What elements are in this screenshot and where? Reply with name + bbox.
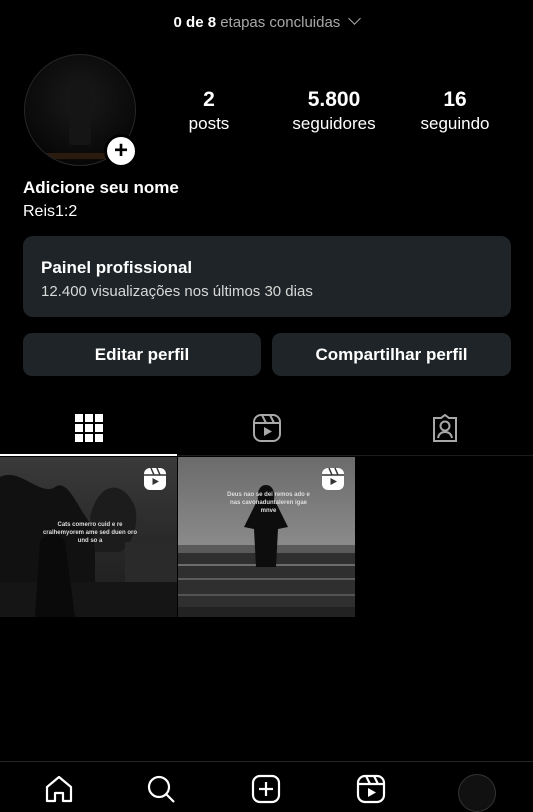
tagged-icon	[432, 413, 457, 442]
tab-grid[interactable]	[0, 400, 177, 456]
grid-icon	[74, 413, 103, 442]
reel-indicator-icon	[322, 467, 344, 490]
setup-progress[interactable]: 0 de 8 etapas concluidas	[0, 12, 533, 31]
progress-label: etapas concluidas	[220, 14, 341, 31]
profile-bio: Reis1:2	[23, 203, 78, 220]
following-count: 16	[443, 88, 467, 111]
stat-following[interactable]: 16 seguindo	[400, 88, 510, 134]
reel-indicator-icon	[144, 467, 166, 490]
edit-profile-button[interactable]: Editar perfil	[23, 333, 261, 376]
dashboard-title: Painel profissional	[41, 258, 193, 277]
profile-name[interactable]: Adicione seu nome	[23, 178, 179, 198]
reels-icon	[252, 413, 281, 442]
post-thumbnail[interactable]: Deus nao se dei remos ado e nas cavonadu…	[178, 457, 355, 617]
progress-count: 0 de 8	[173, 14, 217, 31]
tab-reels[interactable]	[178, 400, 355, 455]
posts-label: posts	[188, 114, 230, 133]
share-profile-button[interactable]: Compartilhar perfil	[272, 333, 511, 376]
followers-label: seguidores	[292, 114, 376, 133]
profile-tabs	[0, 400, 533, 456]
post-thumbnail[interactable]: Cats comerro cuid e re cralhemyorem ame …	[0, 457, 177, 617]
posts-count: 2	[203, 88, 215, 111]
dashboard-subtitle: 12.400 visualizações nos últimos 30 dias	[41, 283, 313, 300]
chevron-down-icon	[348, 12, 362, 25]
profile-icon[interactable]	[458, 774, 496, 812]
stat-followers[interactable]: 5.800 seguidores	[279, 88, 389, 134]
following-label: seguindo	[420, 114, 490, 133]
tab-tagged[interactable]	[356, 400, 533, 455]
add-story-plus-icon[interactable]: +	[104, 134, 138, 168]
post-caption: Cats comerro cuid e re cralhemyorem ame …	[42, 522, 138, 544]
bottom-navigation	[0, 761, 533, 812]
professional-dashboard[interactable]: Painel profissional 12.400 visualizações…	[23, 236, 511, 317]
followers-count: 5.800	[307, 88, 361, 111]
post-caption: Deus nao se dei remos ado e nas cavonadu…	[227, 492, 310, 514]
stat-posts[interactable]: 2 posts	[154, 88, 264, 134]
